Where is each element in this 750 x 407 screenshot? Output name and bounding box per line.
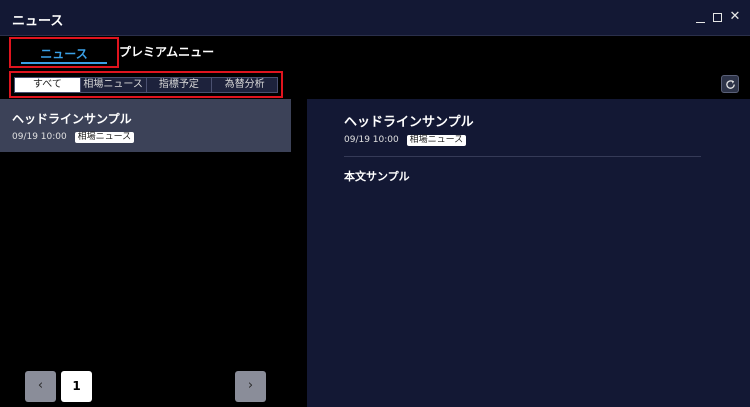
detail-category-badge: 相場ニュース	[406, 135, 467, 146]
news-detail-panel: ヘッドラインサンプル 09/19 10:00 相場ニュース 本文サンプル	[307, 99, 750, 407]
detail-meta: 09/19 10:00 相場ニュース	[344, 135, 467, 146]
detail-datetime: 09/19 10:00	[344, 135, 399, 145]
filter-indicator-schedule[interactable]: 指標予定	[145, 78, 212, 92]
close-icon[interactable]: ✕	[728, 9, 742, 25]
filter-market-news[interactable]: 相場ニュース	[79, 78, 146, 92]
tab-premium-news[interactable]: プレミアムニュース	[119, 37, 219, 90]
news-item-datetime: 09/19 10:00	[12, 132, 67, 142]
tab-news-label: ニュース	[40, 47, 88, 61]
divider	[344, 156, 701, 157]
list-item[interactable]: ヘッドラインサンプル 09/19 10:00 相場ニュース	[0, 99, 291, 152]
filter-highlight: すべて 相場ニュース 指標予定 為替分析	[9, 71, 283, 98]
filter-all[interactable]: すべて	[15, 78, 80, 92]
chevron-right-icon: ›	[247, 378, 254, 393]
maximize-icon[interactable]	[711, 9, 725, 25]
page-1-button[interactable]: 1	[61, 371, 92, 402]
detail-body: 本文サンプル	[344, 170, 410, 183]
filter-segmented-control: すべて 相場ニュース 指標予定 為替分析	[14, 77, 278, 93]
news-item-meta: 09/19 10:00 相場ニュース	[12, 132, 135, 143]
news-list-panel: ヘッドラインサンプル 09/19 10:00 相場ニュース	[0, 99, 291, 407]
category-badge: 相場ニュース	[74, 132, 135, 143]
active-tab-indicator	[21, 62, 107, 64]
title-bar: ニュース ✕	[0, 0, 750, 36]
tab-bar: ニュース プレミアムニュース	[0, 37, 750, 90]
window-title: ニュース	[12, 14, 64, 29]
chevron-left-icon: ‹	[37, 378, 44, 393]
minimize-icon[interactable]	[694, 9, 708, 25]
refresh-icon	[726, 80, 735, 89]
prev-page-button[interactable]: ‹	[25, 371, 56, 402]
refresh-button[interactable]	[721, 75, 739, 93]
next-page-button[interactable]: ›	[235, 371, 266, 402]
detail-headline: ヘッドラインサンプル	[344, 115, 474, 130]
tab-news[interactable]: ニュース	[9, 37, 119, 68]
filter-fx-analysis[interactable]: 為替分析	[211, 78, 277, 92]
news-item-headline: ヘッドラインサンプル	[12, 112, 132, 126]
